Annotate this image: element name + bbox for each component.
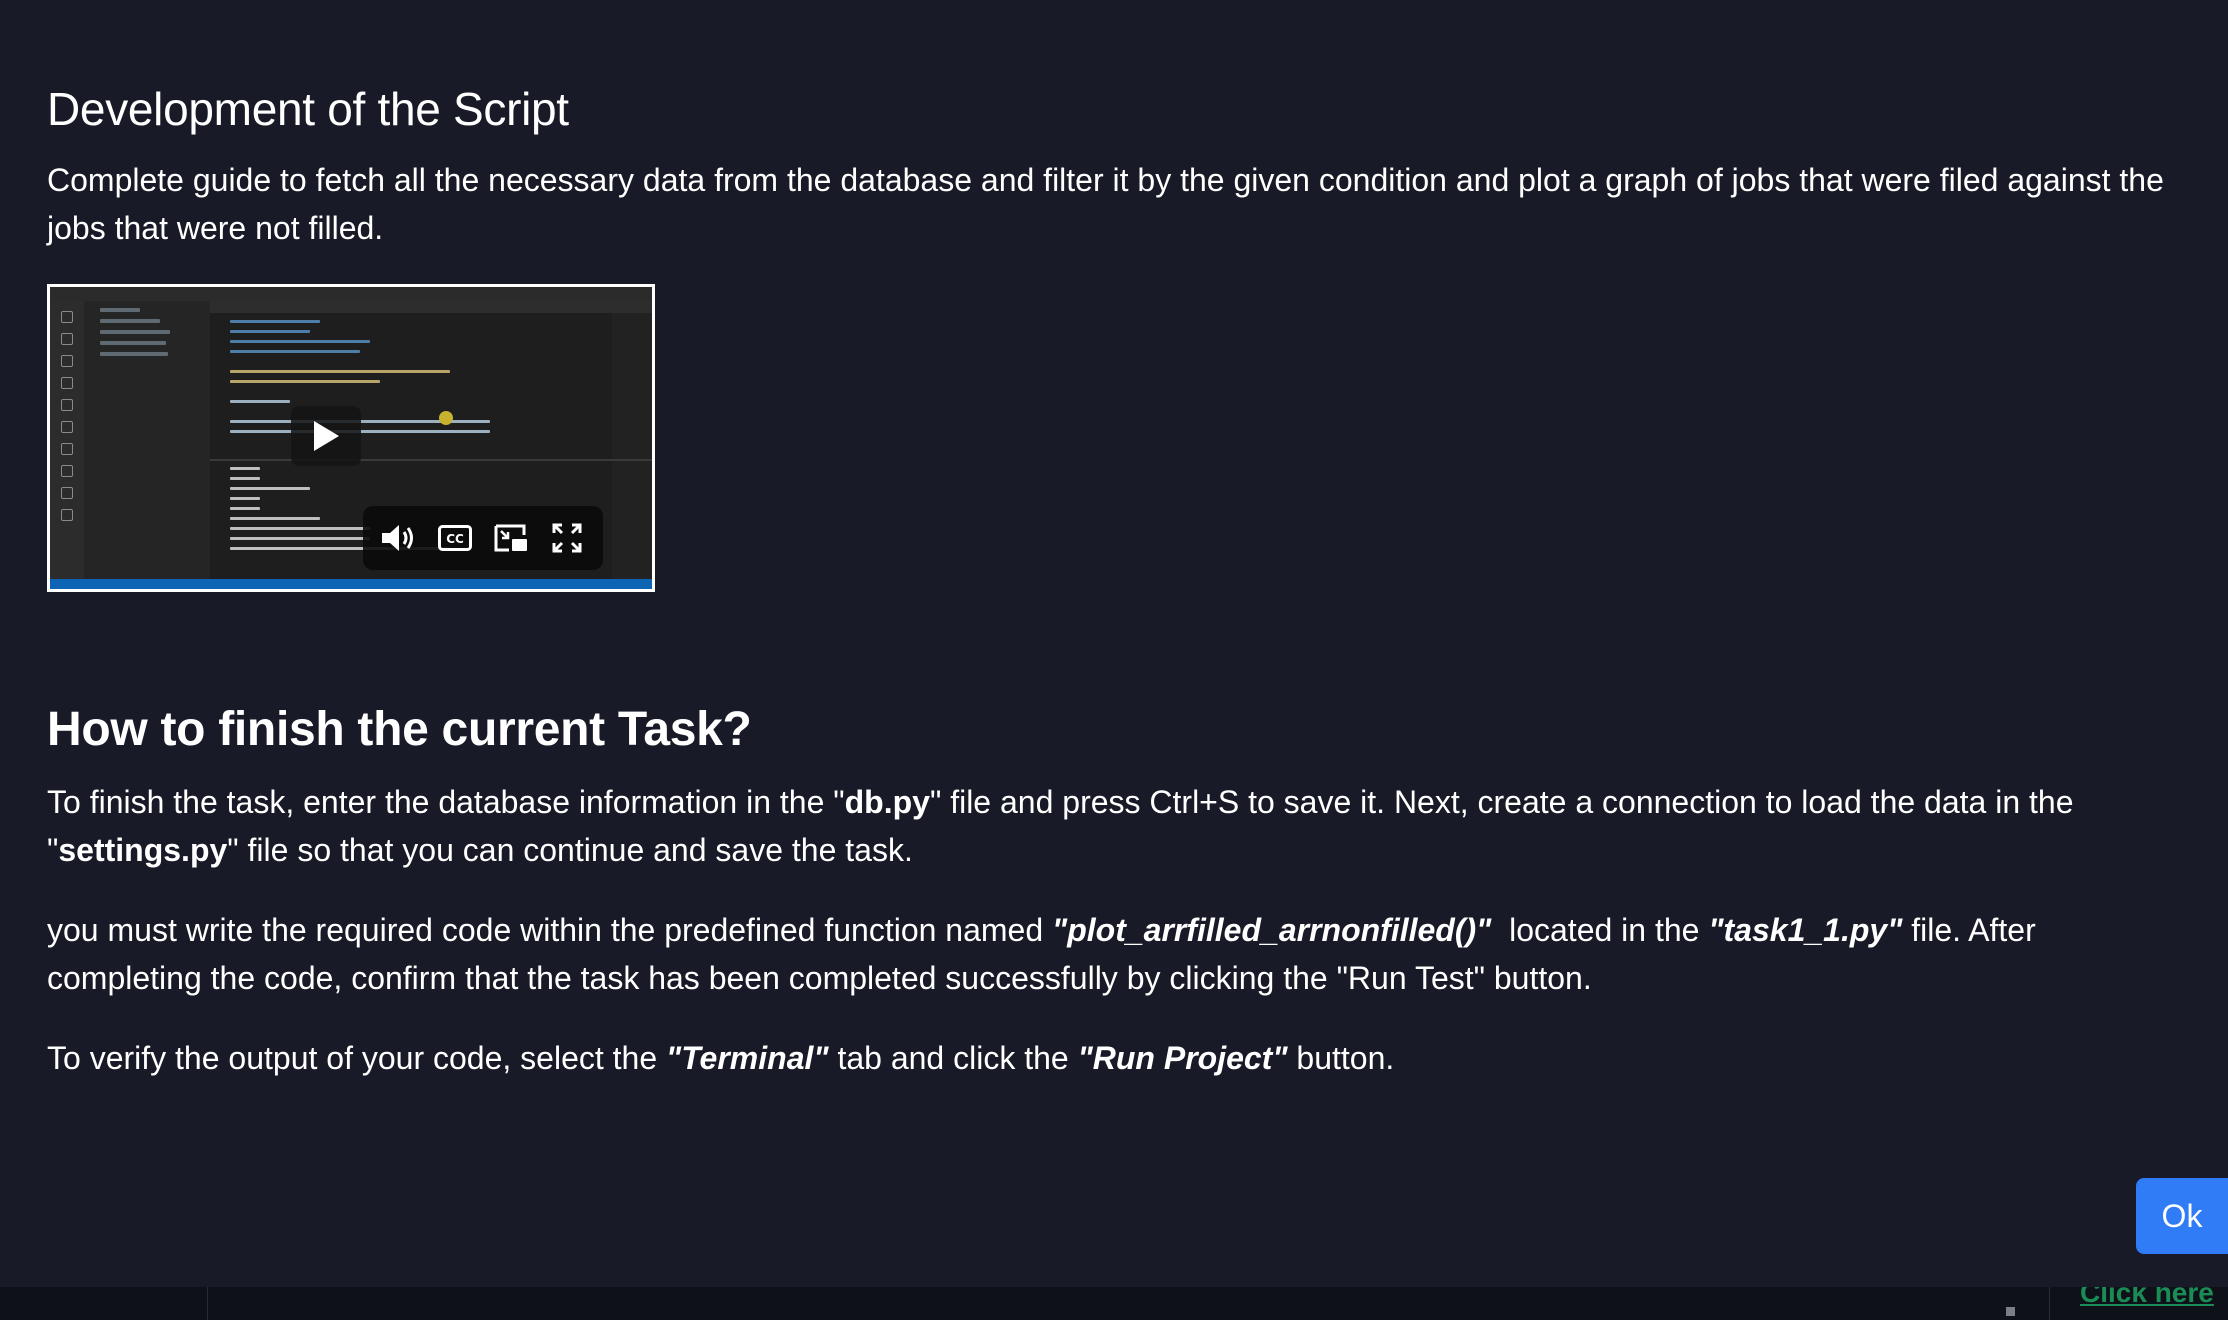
- thumbnail-explorer: [84, 301, 210, 579]
- captions-button[interactable]: CC: [435, 518, 475, 558]
- play-icon: [314, 421, 339, 451]
- fullscreen-button[interactable]: [547, 518, 587, 558]
- picture-in-picture-button[interactable]: [491, 518, 531, 558]
- thumbnail-titlebar: [50, 287, 652, 301]
- click-here-link[interactable]: Click here: [2080, 1287, 2214, 1309]
- thumbnail-activity-bar: [50, 301, 84, 579]
- volume-icon: [382, 525, 413, 551]
- run-project-name: "Run Project": [1077, 1040, 1288, 1076]
- fullscreen-icon: [552, 523, 582, 553]
- resize-handle[interactable]: [2006, 1307, 2015, 1316]
- thumbnail-panel-divider: [210, 459, 652, 461]
- thumbnail-tabs: [210, 301, 652, 313]
- file-name-db: db.py: [844, 784, 930, 820]
- ok-button[interactable]: Ok: [2136, 1178, 2228, 1254]
- thumbnail-statusbar: [50, 579, 652, 589]
- function-name: "plot_arrfilled_arrnonfilled()": [1052, 912, 1492, 948]
- cursor-highlight: [439, 411, 453, 425]
- file-name-settings: settings.py: [58, 832, 228, 868]
- bottom-bar: Click here: [0, 1287, 2228, 1320]
- section-description: Complete guide to fetch all the necessar…: [47, 162, 2164, 246]
- volume-button[interactable]: [379, 518, 419, 558]
- instruction-paragraph-2: you must write the required code within …: [47, 912, 2036, 996]
- thumbnail-minimap: [612, 313, 652, 579]
- divider: [2049, 1287, 2050, 1320]
- picture-in-picture-icon: [494, 524, 527, 552]
- instruction-paragraph-3: To verify the output of your code, selec…: [47, 1040, 1395, 1076]
- section-title-development: Development of the Script: [47, 83, 569, 135]
- file-name-task: "task1_1.py": [1708, 912, 1903, 948]
- play-button[interactable]: [291, 406, 361, 466]
- video-controls: CC: [363, 506, 603, 570]
- section-title-how-to-finish: How to finish the current Task?: [47, 703, 752, 756]
- divider: [207, 1287, 208, 1320]
- closed-captions-icon: CC: [438, 525, 472, 551]
- svg-text:CC: CC: [446, 532, 464, 546]
- terminal-tab-name: "Terminal": [666, 1040, 829, 1076]
- instruction-paragraph-1: To finish the task, enter the database i…: [47, 784, 2074, 868]
- video-player[interactable]: CC: [47, 284, 655, 592]
